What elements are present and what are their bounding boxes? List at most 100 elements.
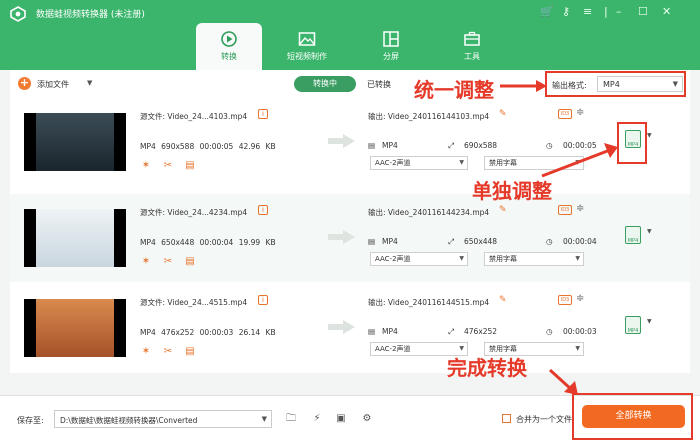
output-file-name: 输出: Video_240116144103.mp4	[368, 112, 490, 121]
settings-icon[interactable]: ⚙	[360, 412, 374, 426]
tab-tools[interactable]: 工具	[439, 23, 505, 70]
chevron-down-icon[interactable]: ▼	[87, 79, 92, 87]
resolution-icon: ⤢	[448, 327, 454, 336]
cart-icon[interactable]: 🛒	[540, 5, 554, 18]
image-icon	[298, 32, 316, 46]
source-duration: 00:00:04	[199, 238, 234, 247]
edit-icon[interactable]: ▤	[184, 256, 196, 268]
tab-label: 转换	[221, 52, 237, 61]
audio-track-select[interactable]: AAC-2声道 ▼	[370, 252, 468, 266]
source-size: 42.96 KB	[238, 142, 276, 151]
source-meta: MP4 650x448 00:00:04 19.99 KB	[140, 238, 276, 247]
output-duration: 00:00:04	[563, 237, 597, 246]
app-title: 数据蛙视频转换器 (未注册)	[36, 10, 145, 20]
source-resolution: 690x588	[161, 142, 195, 151]
output-format-value: MP4	[603, 80, 620, 89]
source-file-name: 源文件: Video_24...4103.mp4	[140, 112, 248, 121]
source-meta: MP4 690x588 00:00:05 42.96 KB	[140, 142, 276, 151]
convert-arrow-icon	[328, 134, 355, 148]
tab-convert[interactable]: 转换	[196, 23, 262, 70]
film-icon: ▤	[368, 237, 376, 246]
enhance-icon[interactable]: ✶	[140, 256, 152, 268]
cut-icon[interactable]: ✂	[162, 346, 174, 358]
info-icon[interactable]: i	[258, 205, 268, 215]
video-thumbnail[interactable]	[24, 299, 126, 357]
save-path-select[interactable]: D:\数据蛙\数据蛙视频转换器\Converted ▼	[54, 410, 272, 428]
enhance-icon[interactable]: ✶	[140, 346, 152, 358]
tab-label: 工具	[464, 52, 480, 61]
close-icon[interactable]: ✕	[662, 5, 671, 18]
output-format: MP4	[382, 141, 398, 150]
split-icon[interactable]: ≑	[576, 107, 584, 118]
tab-short-video[interactable]: 短视频制作	[274, 23, 340, 70]
convert-all-button[interactable]: 全部转换	[582, 405, 685, 428]
rename-pencil-icon[interactable]: ✎	[499, 109, 507, 119]
film-icon: ▤	[368, 327, 376, 336]
split-icon[interactable]: ≑	[576, 203, 584, 214]
format-settings-highlight	[617, 122, 647, 164]
source-file-name: 源文件: Video_24...4234.mp4	[140, 208, 248, 217]
tab-converted[interactable]: 已转换	[367, 79, 391, 90]
menu-icon[interactable]: ≡	[583, 5, 592, 18]
source-size: 26.14 KB	[238, 328, 276, 337]
gpu-off-icon[interactable]: ⚡	[310, 412, 324, 426]
video-thumbnail[interactable]	[24, 209, 126, 267]
audio-track-value: AAC-2声道	[375, 159, 411, 167]
tab-split-screen[interactable]: 分屏	[358, 23, 424, 70]
enhance-icon[interactable]: ✶	[140, 160, 152, 172]
codec-badge-icon[interactable]: ID3	[558, 295, 572, 305]
title-bar: 数据蛙视频转换器 (未注册) 🛒 ⚷ ≡ | – ☐ ✕ 转换 短视频制作 分屏…	[0, 0, 700, 70]
audio-track-value: AAC-2声道	[375, 255, 411, 263]
output-format-label: 输出格式:	[552, 81, 587, 90]
source-duration: 00:00:05	[199, 142, 234, 151]
add-file-icon[interactable]: +	[18, 77, 31, 90]
convert-arrow-icon	[328, 320, 355, 334]
merge-checkbox[interactable]	[502, 414, 511, 423]
output-format: MP4	[382, 237, 398, 246]
rename-pencil-icon[interactable]: ✎	[499, 295, 507, 305]
info-icon[interactable]: i	[258, 109, 268, 119]
audio-track-value: AAC-2声道	[375, 345, 411, 353]
subtitle-select[interactable]: 禁用字幕 ▼	[484, 252, 584, 266]
tab-label: 分屏	[383, 52, 399, 61]
chevron-down-icon: ▼	[261, 415, 267, 423]
chevron-down-icon[interactable]: ▼	[647, 228, 652, 235]
info-icon[interactable]: i	[258, 295, 268, 305]
hardware-accel-icon[interactable]: ▣	[334, 412, 348, 426]
file-row[interactable]: 源文件: Video_24...4515.mp4 i MP4 476x252 0…	[10, 284, 690, 372]
edit-icon[interactable]: ▤	[184, 346, 196, 358]
codec-badge-icon[interactable]: ID3	[558, 109, 572, 119]
tab-label: 短视频制作	[287, 52, 327, 61]
video-thumbnail[interactable]	[24, 113, 126, 171]
folder-icon[interactable]: 🗀	[284, 412, 298, 426]
output-format-highlight: 输出格式: MP4 ▼	[545, 71, 686, 97]
key-icon[interactable]: ⚷	[562, 5, 570, 18]
chevron-down-icon: ▼	[459, 159, 464, 166]
subtitle-value: 禁用字幕	[489, 159, 517, 167]
chevron-down-icon[interactable]: ▼	[647, 318, 652, 325]
cut-icon[interactable]: ✂	[162, 160, 174, 172]
edit-icon[interactable]: ▤	[184, 160, 196, 172]
source-resolution: 476x252	[161, 328, 195, 337]
clock-icon: ◷	[546, 327, 553, 336]
output-format-select[interactable]: MP4 ▼	[597, 76, 683, 92]
thumbnail-image	[36, 113, 114, 171]
format-settings-icon[interactable]: MP4	[625, 316, 641, 334]
source-file-name: 源文件: Video_24...4515.mp4	[140, 298, 248, 307]
clock-icon: ◷	[546, 237, 553, 246]
cut-icon[interactable]: ✂	[162, 256, 174, 268]
toolbar: + 添加文件 ▼ 转换中 已转换 输出格式: MP4 ▼	[10, 70, 690, 98]
codec-badge-icon[interactable]: ID3	[558, 205, 572, 215]
annotation-finish: 完成转换	[447, 356, 527, 380]
tab-converting[interactable]: 转换中	[294, 76, 356, 92]
file-row[interactable]: 源文件: Video_24...4234.mp4 i MP4 650x448 0…	[10, 194, 690, 282]
add-file-button[interactable]: 添加文件	[37, 79, 69, 90]
format-settings-icon[interactable]: MP4	[625, 226, 641, 244]
chevron-down-icon: ▼	[672, 80, 678, 88]
maximize-icon[interactable]: ☐	[638, 5, 648, 18]
audio-track-select[interactable]: AAC-2声道 ▼	[370, 156, 468, 170]
minimize-icon[interactable]: –	[616, 5, 622, 18]
split-icon[interactable]: ≑	[576, 293, 584, 304]
rename-pencil-icon[interactable]: ✎	[499, 205, 507, 215]
chevron-down-icon[interactable]: ▼	[647, 132, 652, 139]
